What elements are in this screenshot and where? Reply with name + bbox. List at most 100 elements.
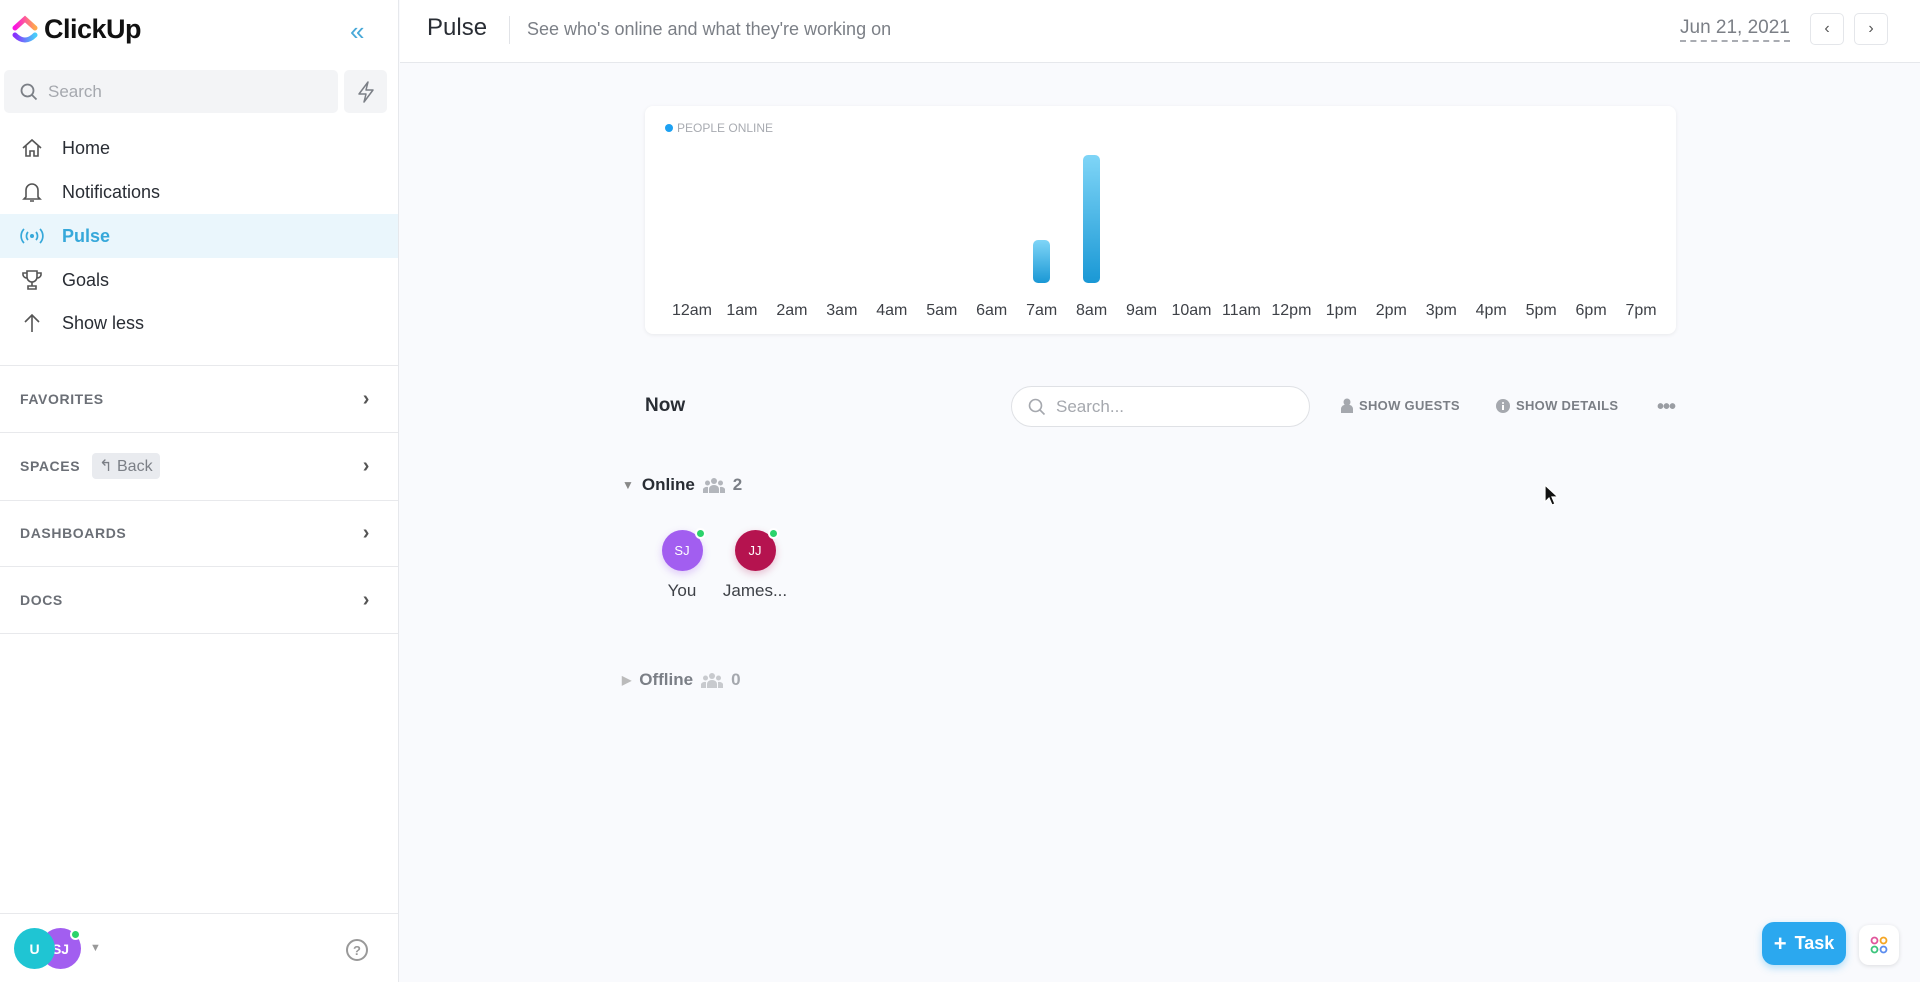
home-icon — [20, 138, 44, 158]
online-group-header[interactable]: ▼ Online 2 — [622, 475, 742, 495]
offline-label: Offline — [639, 670, 694, 689]
sidebar-item-label: Notifications — [62, 181, 161, 202]
x-tick-label: 9am — [1125, 302, 1158, 319]
sidebar-item-pulse[interactable]: Pulse — [0, 214, 398, 258]
apps-grid-icon — [1870, 936, 1888, 954]
avatar-initials: JJ — [748, 543, 762, 558]
caret-down-icon: ▼ — [90, 942, 101, 954]
offline-group-header[interactable]: ▶ Offline 0 — [622, 670, 741, 690]
bell-icon — [20, 181, 44, 203]
broadcast-icon — [20, 226, 44, 246]
arrow-up-icon — [20, 313, 44, 333]
chevron-right-icon: › — [1868, 20, 1874, 37]
person-name: James... — [722, 581, 788, 600]
x-tick-label: 7pm — [1625, 302, 1657, 319]
sidebar-item-show-less[interactable]: Show less — [0, 301, 398, 345]
bar-8am[interactable] — [1083, 155, 1101, 283]
sidebar-item-notifications[interactable]: Notifications — [0, 170, 398, 214]
svg-text:?: ? — [353, 943, 361, 958]
clickup-logo-icon — [12, 15, 38, 42]
person-james[interactable]: JJ James... — [720, 528, 790, 601]
bar-7am[interactable] — [1033, 240, 1051, 283]
section-label: DOCS — [20, 592, 63, 608]
show-guests-button[interactable]: SHOW GUESTS — [1341, 398, 1460, 413]
x-tick-label: 10am — [1171, 302, 1212, 319]
x-tick-label: 5am — [926, 302, 958, 319]
show-details-label: SHOW DETAILS — [1516, 398, 1619, 413]
section-spaces[interactable]: SPACES ↰ Back › — [20, 449, 370, 483]
apps-button[interactable] — [1859, 925, 1899, 965]
divider — [0, 500, 398, 501]
quick-actions-button[interactable] — [344, 70, 387, 113]
search-placeholder: Search — [48, 81, 102, 101]
next-day-button[interactable]: › — [1854, 13, 1888, 45]
sidebar-search-input[interactable]: Search — [4, 70, 338, 113]
online-status-dot — [767, 528, 779, 539]
section-label: SPACES — [20, 458, 81, 474]
trophy-icon — [20, 269, 44, 291]
people-icon — [702, 478, 725, 493]
clickup-logo[interactable]: ClickUp — [12, 14, 142, 45]
chevron-right-icon: › — [362, 588, 370, 611]
x-tick-label: 2pm — [1375, 302, 1407, 319]
chart-legend: PEOPLE ONLINE — [665, 121, 773, 135]
collapse-sidebar-icon[interactable]: « — [350, 16, 364, 47]
sidebar-item-goals[interactable]: Goals — [0, 258, 398, 302]
page-subtitle: See who's online and what they're workin… — [527, 19, 892, 39]
people-search-input[interactable]: Search... — [1011, 386, 1310, 427]
search-icon — [1028, 398, 1046, 415]
person-icon — [1341, 398, 1353, 413]
sidebar-item-label: Home — [62, 137, 111, 158]
date-picker[interactable]: Jun 21, 2021 — [1680, 17, 1790, 42]
add-task-button[interactable]: + Task — [1762, 922, 1846, 965]
x-tick-label: 2am — [776, 302, 808, 319]
section-docs[interactable]: DOCS › — [20, 583, 370, 617]
x-tick-label: 6pm — [1575, 302, 1607, 319]
brand-name: ClickUp — [44, 14, 142, 44]
mouse-cursor-icon — [1544, 484, 1560, 506]
x-tick-label: 5pm — [1525, 302, 1557, 319]
search-icon — [20, 83, 38, 100]
more-options-icon[interactable]: ••• — [1657, 396, 1676, 419]
user-menu[interactable]: SJ U ▼ — [14, 928, 104, 970]
caret-down-icon: ▼ — [622, 478, 634, 492]
avatar-initials: U — [29, 940, 40, 957]
online-status-dot — [70, 929, 81, 940]
person-you[interactable]: SJ You — [647, 528, 717, 601]
sidebar-item-label: Goals — [62, 269, 110, 290]
avatar-initials: SJ — [674, 543, 690, 558]
avatar: JJ — [734, 528, 779, 571]
back-label: Back — [117, 458, 153, 475]
section-label: DASHBOARDS — [20, 525, 127, 541]
page-header: Pulse See who's online and what they're … — [400, 0, 1920, 63]
avatar: SJ — [661, 528, 706, 571]
show-guests-label: SHOW GUESTS — [1359, 398, 1460, 413]
search-placeholder: Search... — [1056, 396, 1125, 416]
x-tick-label: 3am — [826, 302, 858, 319]
online-status-dot — [694, 528, 706, 539]
section-favorites[interactable]: FAVORITES › — [20, 382, 370, 416]
plus-icon: + — [1773, 930, 1787, 956]
x-tick-label: 4pm — [1475, 302, 1507, 319]
offline-count: 0 — [731, 670, 741, 689]
now-heading: Now — [645, 395, 686, 416]
show-details-button[interactable]: SHOW DETAILS — [1496, 398, 1618, 413]
divider — [0, 566, 398, 567]
divider — [0, 432, 398, 433]
sidebar-item-label: Pulse — [62, 225, 111, 246]
x-tick-label: 1am — [726, 302, 758, 319]
online-count: 2 — [732, 475, 743, 494]
divider — [0, 365, 398, 366]
help-icon[interactable]: ? — [345, 938, 369, 967]
x-tick-label: 12pm — [1271, 302, 1312, 319]
x-tick-label: 1pm — [1325, 302, 1357, 319]
divider — [0, 633, 398, 634]
back-button[interactable]: ↰ Back — [92, 453, 160, 479]
section-label: FAVORITES — [20, 391, 104, 407]
page-title: Pulse — [427, 14, 488, 41]
sidebar-item-home[interactable]: Home — [0, 126, 398, 170]
caret-right-icon: ▶ — [622, 673, 632, 687]
sidebar-item-label: Show less — [62, 312, 145, 333]
section-dashboards[interactable]: DASHBOARDS › — [20, 516, 370, 550]
previous-day-button[interactable]: ‹ — [1810, 13, 1844, 45]
